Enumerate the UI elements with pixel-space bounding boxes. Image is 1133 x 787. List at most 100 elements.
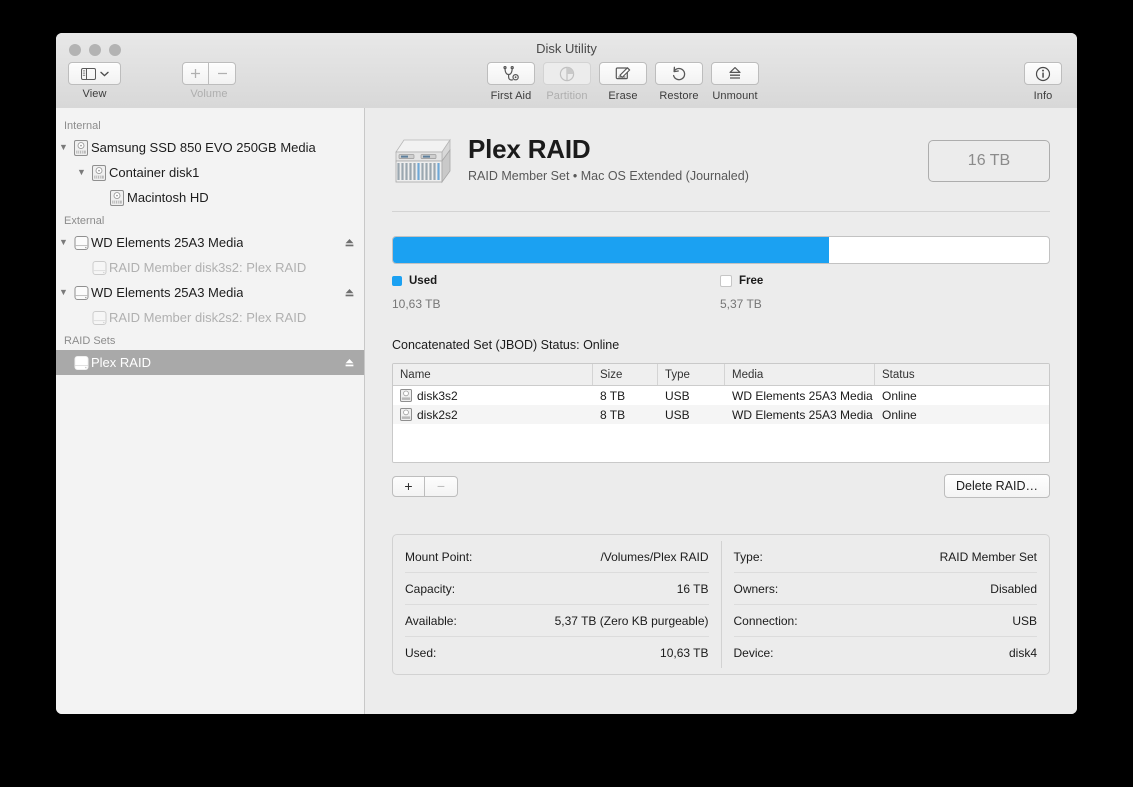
free-value: 5,37 TB	[720, 297, 762, 311]
table-row[interactable]: disk2s2 8 TB USB WD Elements 25A3 Media …	[393, 405, 1049, 424]
volume-label: Volume	[190, 88, 228, 100]
column-header-type[interactable]: Type	[658, 364, 725, 385]
sidebar-item-label: WD Elements 25A3 Media	[91, 285, 244, 300]
restore-action: Restore	[655, 62, 703, 102]
first-aid-button[interactable]	[487, 62, 535, 85]
sidebar-item-label: Container disk1	[109, 165, 200, 180]
cell-status: Online	[882, 407, 917, 422]
column-header-size[interactable]: Size	[593, 364, 658, 385]
erase-label: Erase	[608, 89, 638, 102]
eject-icon[interactable]	[342, 237, 356, 249]
sidebar-item-container-disk1[interactable]: ▼ Container disk1	[56, 160, 364, 185]
toolbar-actions: First Aid Partition Erase Restore Unmoun…	[487, 62, 759, 102]
capacity-bar	[392, 236, 1050, 264]
sidebar-item-raid-member-disk3s2[interactable]: RAID Member disk3s2: Plex RAID	[56, 255, 364, 280]
info-label: Device:	[733, 645, 774, 660]
sidebar-section-internal: Internal	[64, 120, 101, 132]
unmount-label: Unmount	[712, 89, 758, 102]
external-disk-icon	[71, 235, 91, 251]
sidebar-item-label: RAID Member disk2s2: Plex RAID	[109, 310, 307, 325]
cell-size: 8 TB	[600, 388, 626, 403]
sidebar-section-raid-sets: RAID Sets	[64, 335, 116, 347]
hero-divider	[392, 211, 1050, 212]
first-aid-label: First Aid	[490, 89, 532, 102]
sidebar-item-wd-elements-2[interactable]: ▼ WD Elements 25A3 Media	[56, 280, 364, 305]
column-header-media[interactable]: Media	[725, 364, 875, 385]
sidebar-item-label: Samsung SSD 850 EVO 250GB Media	[91, 140, 316, 155]
unmount-button[interactable]	[711, 62, 759, 85]
sidebar-item-label: RAID Member disk3s2: Plex RAID	[109, 260, 307, 275]
capacity-used-segment	[393, 237, 829, 263]
cell-size: 8 TB	[600, 407, 626, 422]
partition-label: Partition	[546, 89, 588, 102]
eject-icon	[729, 66, 741, 79]
disclosure-triangle-icon[interactable]: ▼	[74, 168, 89, 177]
info-label: Connection:	[733, 613, 798, 628]
view-group: View	[68, 62, 121, 100]
info-value: 10,63 TB	[660, 645, 709, 660]
internal-disk-icon	[71, 139, 91, 156]
info-button[interactable]	[1024, 62, 1062, 85]
sidebar-item-macintosh-hd[interactable]: Macintosh HD	[56, 185, 364, 210]
table-row[interactable]: disk3s2 8 TB USB WD Elements 25A3 Media …	[393, 386, 1049, 405]
disclosure-triangle-icon[interactable]: ▼	[56, 238, 71, 247]
column-header-name[interactable]: Name	[393, 364, 593, 385]
erase-button[interactable]	[599, 62, 647, 85]
table-tools: + − Delete RAID…	[392, 474, 1050, 498]
cell-status: Online	[882, 388, 917, 403]
legend-free: Free 5,37 TB	[720, 275, 1048, 311]
external-disk-icon	[71, 355, 91, 371]
sidebar-icon	[80, 67, 96, 80]
cell-media: WD Elements 25A3 Media	[732, 388, 873, 403]
delete-raid-button[interactable]: Delete RAID…	[944, 474, 1050, 498]
external-disk-icon	[89, 310, 109, 326]
add-volume-button[interactable]	[182, 62, 209, 85]
info-value: Disabled	[990, 581, 1037, 596]
sidebar-section-external: External	[64, 215, 105, 227]
sidebar-item-plex-raid[interactable]: Plex RAID	[56, 350, 364, 375]
disk-utility-window: Disk Utility View Volume First Aid Parti…	[56, 33, 1077, 714]
info-value: 16 TB	[676, 581, 709, 596]
eject-icon[interactable]	[342, 357, 356, 369]
info-column-left: Mount Point: /Volumes/Plex RAID Capacity…	[393, 541, 722, 668]
disclosure-triangle-icon[interactable]: ▼	[56, 143, 71, 152]
info-group: Info	[1024, 62, 1062, 102]
device-hero: Plex RAID RAID Member Set • Mac OS Exten…	[392, 108, 1050, 189]
disclosure-triangle-icon[interactable]: ▼	[56, 288, 71, 297]
sidebar-item-wd-elements-1[interactable]: ▼ WD Elements 25A3 Media	[56, 230, 364, 255]
add-member-button[interactable]: +	[392, 475, 425, 497]
remove-member-button[interactable]: −	[425, 475, 458, 497]
external-disk-icon	[89, 260, 109, 276]
info-label: Info	[1033, 89, 1053, 102]
remove-volume-button[interactable]	[209, 62, 236, 85]
disk-icon	[400, 389, 412, 402]
cell-name: disk3s2	[417, 388, 458, 403]
sidebar-item-raid-member-disk2s2[interactable]: RAID Member disk2s2: Plex RAID	[56, 305, 364, 330]
title-bar: Disk Utility View Volume First Aid Parti…	[56, 33, 1077, 109]
disk-icon	[400, 408, 412, 421]
sidebar-item-label: WD Elements 25A3 Media	[91, 235, 244, 250]
eject-icon[interactable]	[342, 287, 356, 299]
raid-status-line: Concatenated Set (JBOD) Status: Online	[392, 338, 620, 352]
erase-icon	[615, 66, 630, 79]
view-label: View	[82, 88, 107, 100]
sidebar-item-samsung-ssd[interactable]: ▼ Samsung SSD 850 EVO 250GB Media	[56, 135, 364, 160]
partition-button[interactable]	[543, 62, 591, 85]
internal-disk-icon	[107, 189, 127, 206]
column-header-status[interactable]: Status	[875, 364, 1049, 385]
info-row-used: Used: 10,63 TB	[405, 637, 709, 668]
table-header-row: Name Size Type Media Status	[393, 364, 1049, 386]
pie-chart-icon	[559, 66, 575, 81]
view-button[interactable]	[68, 62, 121, 85]
capacity-section: Used 10,63 TB Free 5,37 TB	[392, 236, 1050, 311]
info-value: RAID Member Set	[939, 549, 1037, 564]
info-label: Capacity:	[405, 581, 456, 596]
info-row-connection: Connection: USB	[733, 605, 1037, 637]
device-subtitle: RAID Member Set • Mac OS Extended (Journ…	[468, 169, 749, 183]
sidebar-item-label: Macintosh HD	[127, 190, 209, 205]
info-label: Mount Point:	[405, 549, 473, 564]
restore-button[interactable]	[655, 62, 703, 85]
sidebar-item-label: Plex RAID	[91, 355, 151, 370]
cell-name: disk2s2	[417, 407, 458, 422]
info-circle-icon	[1035, 66, 1051, 81]
